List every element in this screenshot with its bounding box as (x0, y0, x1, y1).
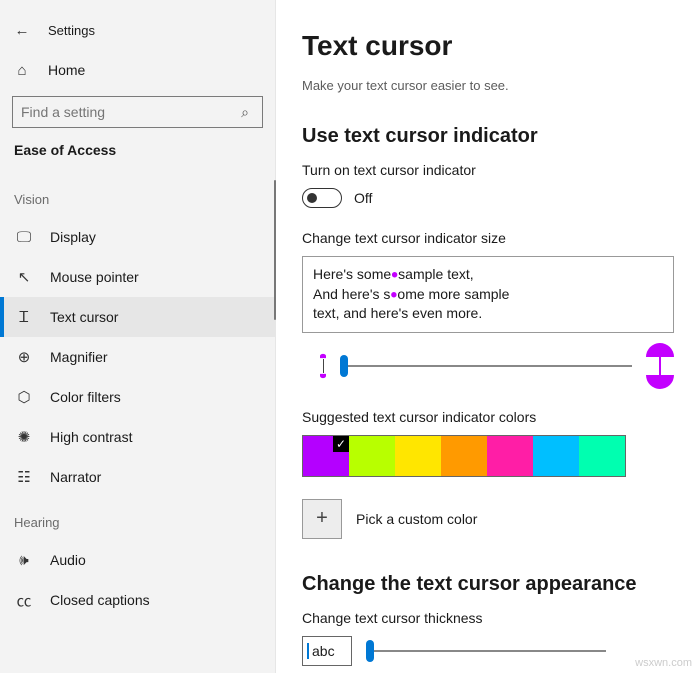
color-swatch[interactable] (487, 436, 533, 476)
sidebar-item-text-cursor[interactable]: Ꮖ Text cursor (0, 297, 275, 337)
sample-text: sample text, (398, 266, 473, 282)
cursor-preview-icon (307, 643, 309, 659)
pick-custom-color-button[interactable]: + (302, 499, 342, 539)
sample-text-box: Here's some•sample text, And here's s•om… (302, 256, 674, 333)
sidebar-item-narrator[interactable]: ☷ Narrator (0, 457, 275, 497)
sample-text: ome more sample (397, 286, 509, 302)
sidebar-item-mouse-pointer[interactable]: ↖ Mouse pointer (0, 257, 275, 297)
toggle-label: Turn on text cursor indicator (302, 162, 674, 178)
sidebar-item-high-contrast[interactable]: ✺ High contrast (0, 417, 275, 457)
color-filters-icon: ⬡ (14, 388, 34, 406)
sidebar-item-label: Closed captions (50, 592, 150, 608)
indicator-size-slider[interactable] (340, 365, 632, 367)
thickness-sample-text: abc (312, 643, 335, 659)
search-icon: ⌕ (236, 104, 254, 121)
narrator-icon: ☷ (14, 468, 34, 486)
sidebar-item-color-filters[interactable]: ⬡ Color filters (0, 377, 275, 417)
thickness-preview: abc (302, 636, 352, 666)
section-indicator-title: Use text cursor indicator (302, 125, 674, 148)
home-link[interactable]: Home (48, 62, 85, 78)
colors-label: Suggested text cursor indicator colors (302, 409, 674, 425)
color-swatch[interactable] (579, 436, 625, 476)
sidebar-item-label: Narrator (50, 469, 101, 485)
home-icon[interactable]: ⌂ (12, 62, 32, 79)
thickness-label: Change text cursor thickness (302, 610, 674, 626)
sample-text: Here's some (313, 266, 391, 282)
color-swatch[interactable] (441, 436, 487, 476)
text-cursor-icon: Ꮖ (14, 309, 34, 326)
sample-text: And here's s (313, 286, 390, 302)
thickness-slider[interactable] (366, 650, 606, 652)
sidebar-item-closed-captions[interactable]: ㏄ Closed captions (0, 580, 275, 620)
slider-thumb[interactable] (340, 355, 348, 377)
sidebar-item-label: Audio (50, 552, 86, 568)
section-hearing: Hearing (0, 497, 275, 540)
sidebar-item-audio[interactable]: 🕪 Audio (0, 540, 275, 580)
slider-thumb[interactable] (366, 640, 374, 662)
indicator-max-icon (646, 343, 674, 389)
indicator-min-icon (320, 353, 326, 379)
sidebar-item-magnifier[interactable]: ⊕ Magnifier (0, 337, 275, 377)
sidebar-item-label: Mouse pointer (50, 269, 139, 285)
color-swatch[interactable] (303, 436, 349, 476)
watermark: wsxwn.com (635, 657, 692, 669)
main-content: Text cursor Make your text cursor easier… (276, 0, 700, 673)
sample-text: text, and here's even more. (313, 305, 482, 321)
group-title: Ease of Access (0, 142, 275, 158)
toggle-state: Off (354, 190, 372, 206)
color-swatch[interactable] (533, 436, 579, 476)
sidebar-item-label: Color filters (50, 389, 121, 405)
back-icon[interactable]: ← (12, 22, 32, 39)
sidebar: ← Settings ⌂ Home ⌕ Ease of Access Visio… (0, 0, 276, 673)
color-swatch-row (302, 435, 626, 477)
sidebar-item-label: High contrast (50, 429, 132, 445)
color-swatch[interactable] (395, 436, 441, 476)
section-appearance-title: Change the text cursor appearance (302, 573, 674, 596)
search-box[interactable]: ⌕ (12, 96, 263, 128)
search-input[interactable] (21, 104, 236, 120)
sidebar-item-label: Text cursor (50, 309, 118, 325)
magnifier-icon: ⊕ (14, 348, 34, 366)
page-title: Text cursor (302, 30, 674, 62)
high-contrast-icon: ✺ (14, 428, 34, 446)
color-swatch[interactable] (349, 436, 395, 476)
app-title: Settings (48, 23, 95, 38)
sidebar-item-label: Magnifier (50, 349, 108, 365)
size-label: Change text cursor indicator size (302, 230, 674, 246)
audio-icon: 🕪 (14, 552, 34, 569)
indicator-toggle[interactable] (302, 188, 342, 208)
closed-captions-icon: ㏄ (14, 590, 34, 611)
mouse-pointer-icon: ↖ (14, 268, 34, 286)
sidebar-item-display[interactable]: 🖵 Display (0, 217, 275, 257)
display-icon: 🖵 (14, 229, 34, 246)
section-vision: Vision (0, 174, 275, 217)
sidebar-item-label: Display (50, 229, 96, 245)
page-description: Make your text cursor easier to see. (302, 78, 674, 93)
indicator-size-slider-row (320, 343, 674, 389)
sidebar-scroll[interactable]: Vision 🖵 Display ↖ Mouse pointer Ꮖ Text … (0, 174, 275, 673)
pick-custom-color-label: Pick a custom color (356, 511, 477, 527)
